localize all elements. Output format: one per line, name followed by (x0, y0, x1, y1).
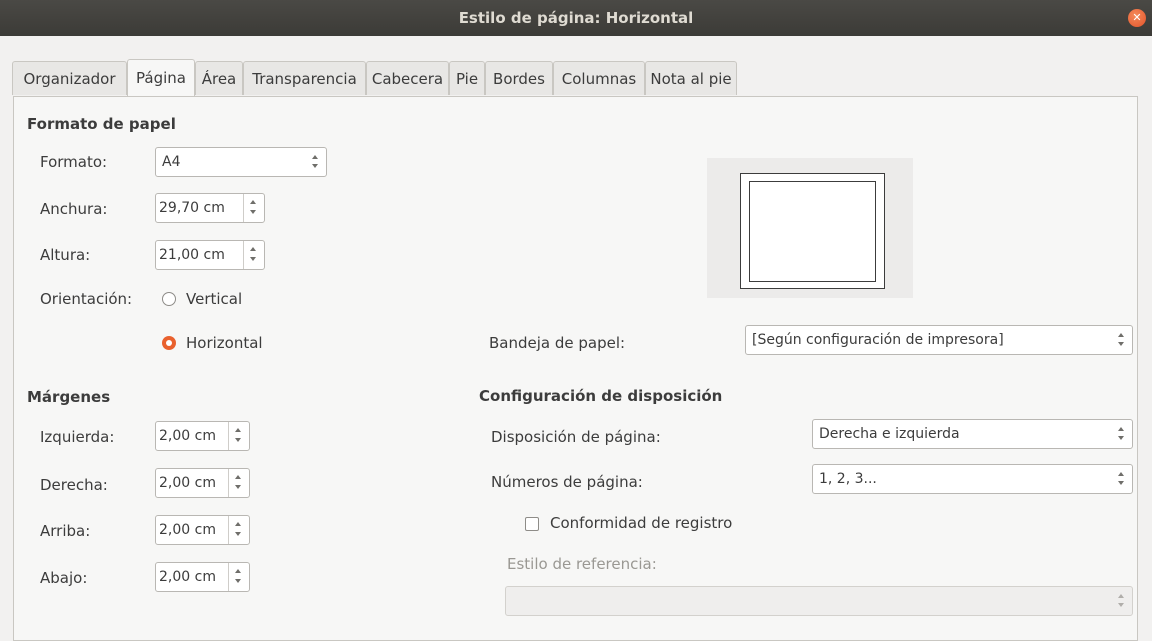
format-combo[interactable]: A4 (155, 147, 327, 177)
page-numbers-combo[interactable]: 1, 2, 3... (812, 464, 1133, 494)
bottom-margin-spinbox[interactable]: 2,00 cm (155, 562, 250, 592)
tab-transparencia[interactable]: Transparencia (243, 61, 366, 95)
top-margin-label: Arriba: (40, 522, 91, 540)
right-margin-spinbox[interactable]: 2,00 cm (155, 468, 250, 498)
reference-style-combo[interactable] (505, 586, 1133, 616)
top-margin-spinbox[interactable]: 2,00 cm (155, 515, 250, 545)
width-value: 29,70 cm (159, 200, 225, 216)
height-value: 21,00 cm (159, 247, 225, 263)
page-preview (707, 158, 913, 298)
format-label: Formato: (40, 153, 108, 171)
tab-pie[interactable]: Pie (449, 61, 485, 95)
tab-bordes[interactable]: Bordes (485, 61, 553, 95)
title-bar: Estilo de página: Horizontal ✕ (0, 0, 1152, 36)
horizontal-label[interactable]: Horizontal (186, 334, 263, 352)
page-numbers-label: Números de página: (491, 473, 643, 491)
tab-nota-al-pie[interactable]: Nota al pie (645, 61, 737, 95)
page-numbers-value: 1, 2, 3... (819, 471, 877, 487)
register-true-label[interactable]: Conformidad de registro (550, 514, 732, 532)
tab-cabecera[interactable]: Cabecera (366, 61, 449, 95)
horizontal-radio[interactable] (162, 336, 176, 350)
spin-arrows-icon[interactable] (1110, 587, 1132, 615)
layout-settings-header: Configuración de disposición (479, 387, 723, 405)
paper-tray-combo[interactable]: [Según configuración de impresora] (745, 325, 1133, 355)
width-label: Anchura: (40, 200, 108, 218)
paper-format-header: Formato de papel (27, 115, 176, 133)
spin-arrows-icon[interactable] (1110, 326, 1132, 354)
margins-header: Márgenes (27, 388, 111, 406)
right-margin-value: 2,00 cm (159, 475, 216, 491)
tab-columnas[interactable]: Columnas (553, 61, 645, 95)
spin-arrows-icon[interactable] (1110, 420, 1132, 448)
paper-tray-label: Bandeja de papel: (489, 334, 626, 352)
bottom-margin-label: Abajo: (40, 569, 88, 587)
tab-pagina[interactable]: Página (127, 59, 195, 96)
vertical-radio[interactable] (162, 292, 176, 306)
page-layout-value: Derecha e izquierda (819, 426, 960, 442)
spin-arrows-icon[interactable] (228, 422, 249, 450)
spin-arrows-icon[interactable] (1110, 465, 1132, 493)
page-layout-label: Disposición de página: (491, 428, 661, 446)
height-label: Altura: (40, 246, 91, 264)
spin-arrows-icon[interactable] (228, 563, 249, 591)
tab-area[interactable]: Área (195, 61, 243, 95)
width-spinbox[interactable]: 29,70 cm (155, 193, 265, 223)
top-margin-value: 2,00 cm (159, 522, 216, 538)
close-icon[interactable]: ✕ (1128, 9, 1146, 27)
register-true-checkbox[interactable] (525, 517, 539, 531)
spin-arrows-icon[interactable] (228, 469, 249, 497)
page-layout-combo[interactable]: Derecha e izquierda (812, 419, 1133, 449)
spin-arrows-icon[interactable] (243, 241, 264, 269)
format-value: A4 (162, 154, 181, 170)
spin-arrows-icon[interactable] (243, 194, 264, 222)
preview-page (740, 173, 885, 289)
vertical-label[interactable]: Vertical (186, 290, 242, 308)
spin-arrows-icon[interactable] (228, 516, 249, 544)
bottom-margin-value: 2,00 cm (159, 569, 216, 585)
window-title: Estilo de página: Horizontal (458, 9, 694, 27)
left-margin-label: Izquierda: (40, 428, 115, 446)
left-margin-value: 2,00 cm (159, 428, 216, 444)
paper-tray-value: [Según configuración de impresora] (752, 332, 1004, 348)
orientation-label: Orientación: (40, 290, 133, 308)
height-spinbox[interactable]: 21,00 cm (155, 240, 265, 270)
reference-style-label: Estilo de referencia: (507, 555, 657, 573)
preview-margin-box (749, 181, 876, 282)
tab-organizador[interactable]: Organizador (12, 61, 127, 95)
spin-arrows-icon[interactable] (304, 148, 326, 176)
left-margin-spinbox[interactable]: 2,00 cm (155, 421, 250, 451)
right-margin-label: Derecha: (40, 476, 108, 494)
